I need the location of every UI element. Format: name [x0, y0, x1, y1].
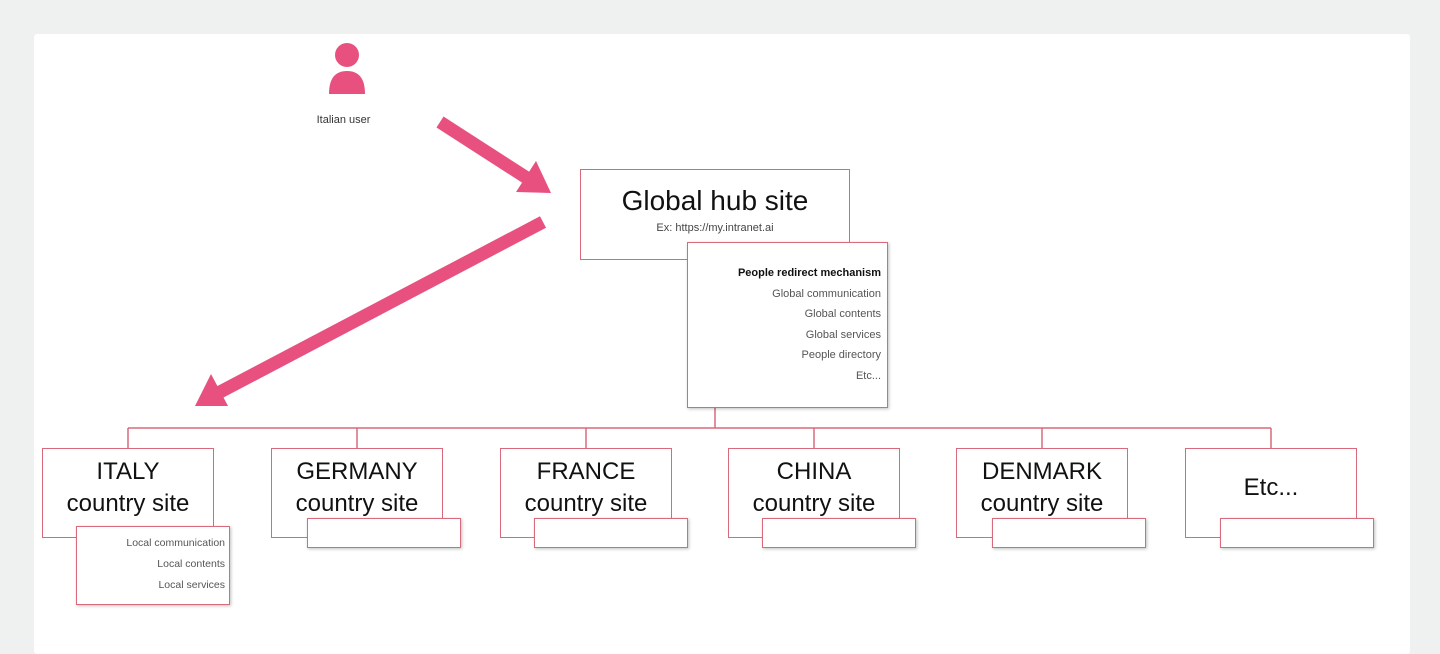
- hub-feature-item: Etc...: [855, 369, 881, 382]
- hub-feature-item: People directory: [801, 349, 882, 361]
- country-box-italy: ITALY country site: [42, 448, 214, 538]
- hub-url: Ex: https://my.intranet.ai: [656, 222, 774, 234]
- france-feature-list: [534, 518, 688, 548]
- country-name: FRANCE: [536, 458, 636, 485]
- country-name: Etc...: [1243, 474, 1299, 501]
- country-subtitle: country site: [524, 490, 648, 517]
- denmark-feature-list: [992, 518, 1146, 548]
- country-name: DENMARK: [981, 458, 1102, 485]
- hub-feature-item: Global services: [805, 328, 881, 341]
- etc-feature-list: [1220, 518, 1374, 548]
- country-name: CHINA: [776, 458, 852, 485]
- user-label: Italian user: [316, 114, 371, 126]
- italian-user: Italian user: [300, 40, 420, 130]
- country-subtitle: country site: [66, 490, 190, 517]
- country-name: ITALY: [96, 458, 160, 485]
- country-name: GERMANY: [296, 458, 418, 485]
- italy-feature-item: Local communication: [126, 537, 225, 549]
- hub-title: Global hub site: [621, 185, 809, 216]
- china-feature-list: [762, 518, 916, 548]
- country-subtitle: country site: [752, 490, 876, 517]
- italy-feature-list: Local communication Local contents Local…: [76, 526, 230, 605]
- country-subtitle: country site: [980, 490, 1104, 517]
- hub-feature-item: Global communication: [772, 287, 881, 300]
- country-subtitle: country site: [295, 490, 419, 517]
- germany-feature-list: [307, 518, 461, 548]
- hub-feature-item: Global contents: [804, 308, 881, 320]
- italy-feature-item: Local services: [158, 579, 225, 591]
- arrow-user-to-hub: [436, 116, 551, 193]
- hub-feature-list: People redirect mechanism Global communi…: [687, 242, 888, 408]
- italy-feature-item: Local contents: [157, 558, 225, 570]
- person-icon: [329, 43, 365, 94]
- arrow-hub-to-italy: [195, 216, 547, 406]
- hub-feature-item: People redirect mechanism: [737, 267, 881, 279]
